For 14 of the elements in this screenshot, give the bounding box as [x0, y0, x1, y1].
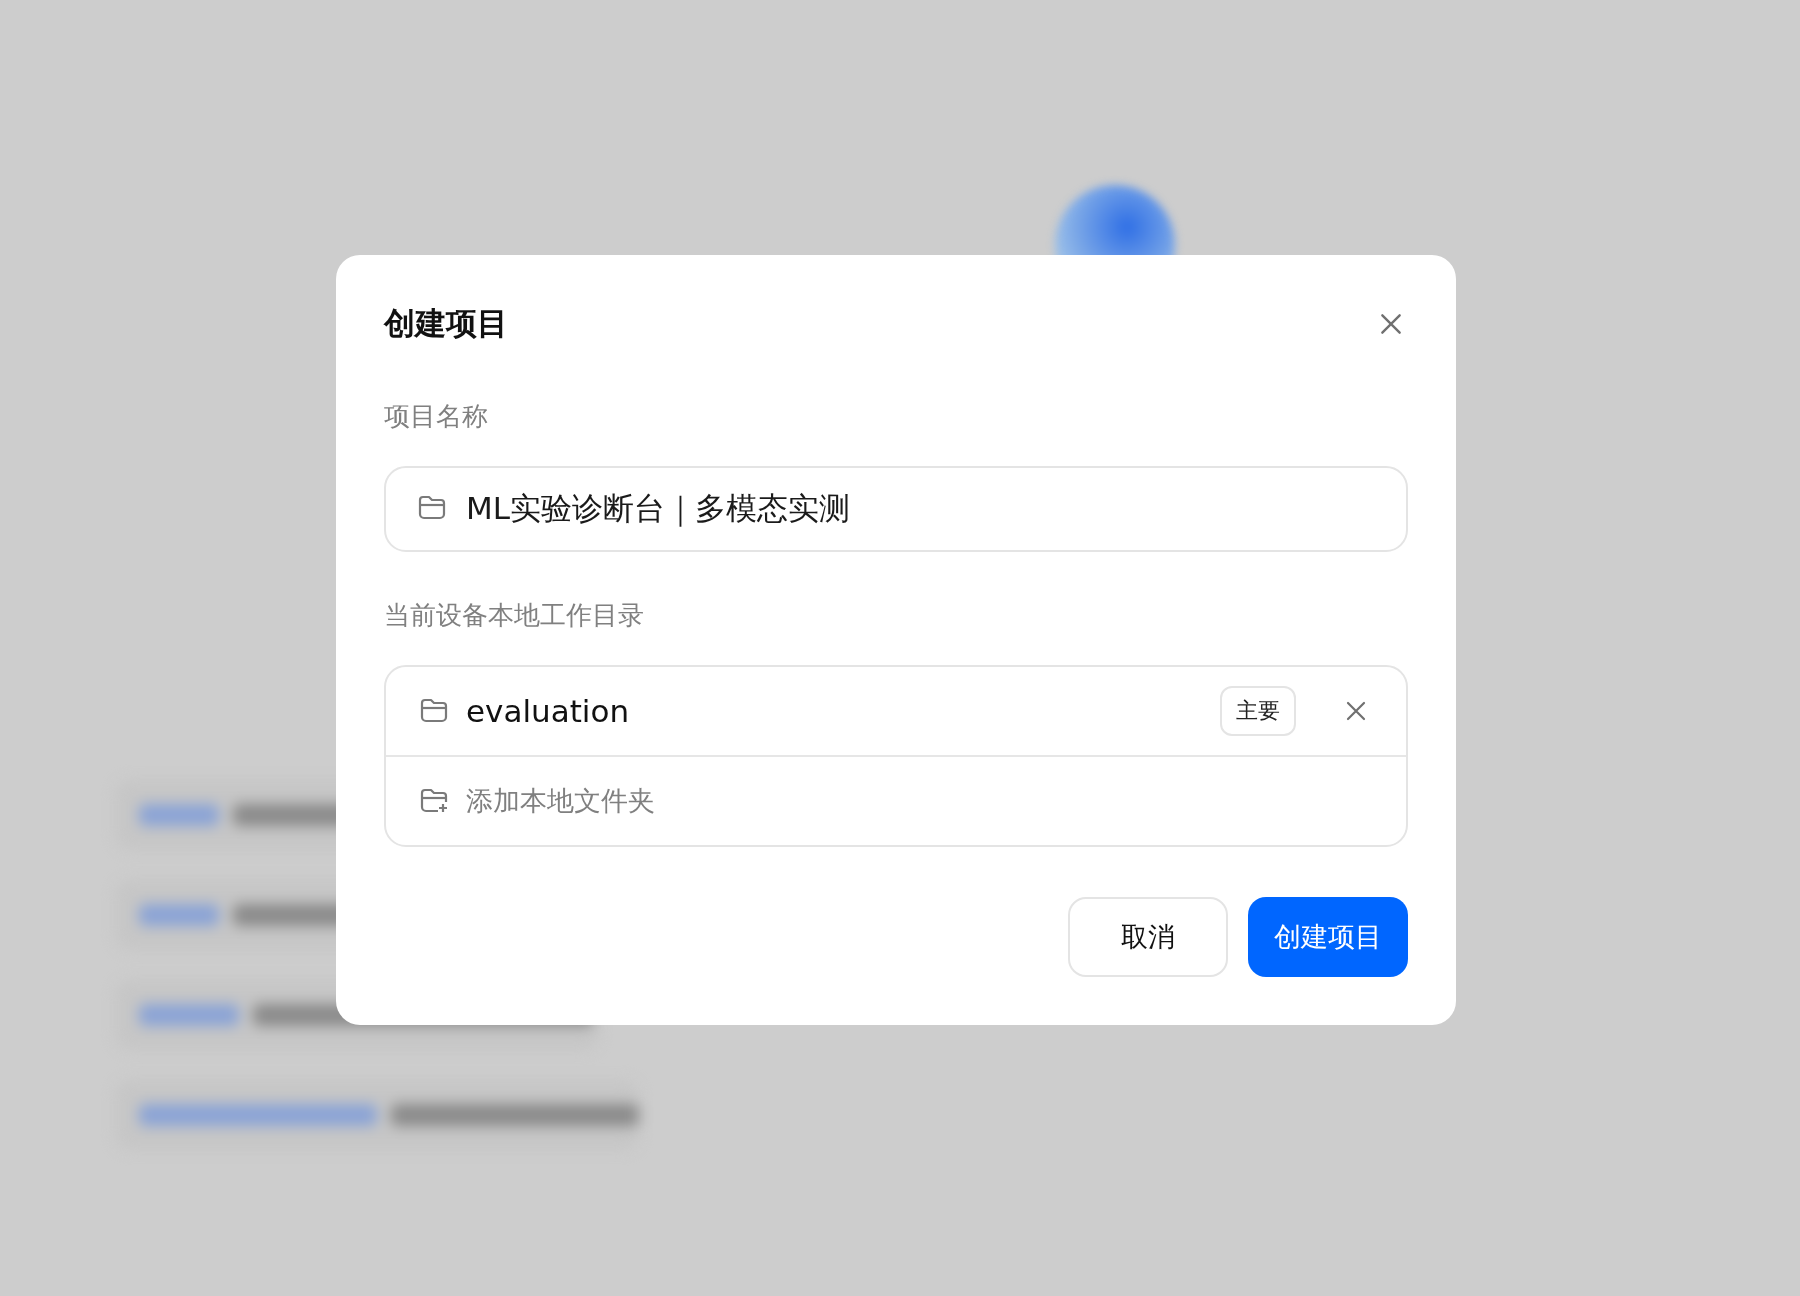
folder-plus-icon [420, 788, 448, 814]
add-folder-button[interactable]: 添加本地文件夹 [386, 757, 1406, 845]
dialog-title: 创建项目 [384, 304, 508, 343]
primary-tag: 主要 [1220, 686, 1296, 736]
create-button[interactable]: 创建项目 [1248, 897, 1408, 977]
folder-icon [418, 495, 446, 521]
cancel-button[interactable]: 取消 [1068, 897, 1228, 977]
field-label: 当前设备本地工作目录 [384, 599, 645, 632]
close-icon [1344, 699, 1368, 723]
project-name-field[interactable]: ML实验诊断台｜多模态实测 [384, 466, 1408, 552]
folder-icon [420, 698, 448, 724]
close-icon [1378, 311, 1404, 337]
field-label: 项目名称 [384, 400, 489, 433]
folder-name: evaluation [466, 693, 631, 729]
